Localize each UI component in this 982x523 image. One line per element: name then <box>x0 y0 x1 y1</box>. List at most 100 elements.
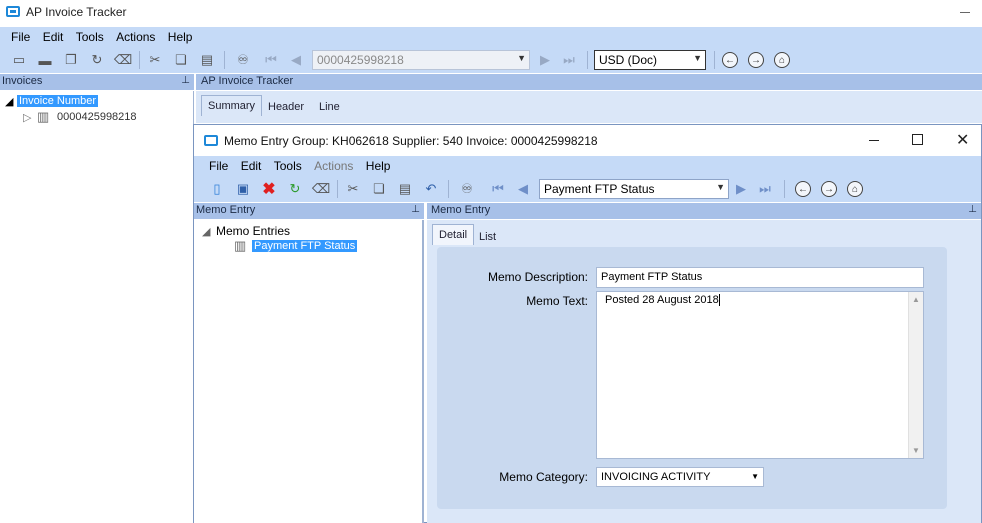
invoices-pane-header: Invoices ⊥ <box>0 74 194 90</box>
chevron-down-icon: ▼ <box>716 182 725 192</box>
previous-record-icon[interactable]: ◀ <box>287 51 305 69</box>
previous-record-icon[interactable]: ◀ <box>514 180 532 198</box>
copy-icon[interactable]: ❐ <box>62 51 80 69</box>
memo-category-label: Memo Category: <box>499 470 588 484</box>
new-document-icon[interactable]: ▯ <box>208 180 226 198</box>
memo-toolbar: ▯ ▣ ✖ ↻ ⌫ ✂ ❏ ▤ ↶ ♾ ⏮ ◀ Payment FTP Stat… <box>194 176 981 202</box>
tree-expander-icon[interactable]: ◢ <box>202 225 210 238</box>
text-cursor <box>718 294 720 307</box>
memo-menu-tools[interactable]: Tools <box>274 156 302 173</box>
memo-menu-help[interactable]: Help <box>366 156 391 173</box>
paste-icon[interactable]: ▤ <box>198 51 216 69</box>
tree-collapsed-icon[interactable]: ▷ <box>23 111 31 124</box>
folder-icon[interactable]: ▬ <box>36 51 54 69</box>
main-window-title: AP Invoice Tracker <box>26 5 127 19</box>
close-icon[interactable]: ✕ <box>956 130 969 150</box>
chevron-down-icon: ▼ <box>693 53 702 63</box>
scroll-down-icon[interactable]: ▼ <box>912 446 920 455</box>
document-icon: ▥ <box>234 238 247 253</box>
copy-icon[interactable]: ❏ <box>370 180 388 198</box>
save-icon[interactable]: ▣ <box>234 180 252 198</box>
pin-icon[interactable]: ⊥ <box>181 75 190 86</box>
paste-icon[interactable]: ▤ <box>396 180 414 198</box>
app-icon <box>6 6 20 17</box>
currency-value: USD (Doc) <box>599 53 658 67</box>
memo-category-value: INVOICING ACTIVITY <box>601 471 711 483</box>
memo-text-value: Posted 28 August 2018 <box>605 294 719 306</box>
toolbar-separator <box>224 51 225 69</box>
first-record-icon[interactable]: ⏮ <box>489 180 507 198</box>
menu-actions[interactable]: Actions <box>116 27 155 44</box>
first-record-icon[interactable]: ⏮ <box>262 51 280 69</box>
toolbar-separator <box>587 51 588 69</box>
memo-category-select[interactable]: INVOICING ACTIVITY ▼ <box>596 467 764 487</box>
menu-tools[interactable]: Tools <box>76 27 104 44</box>
memo-right-pane-title: Memo Entry <box>431 204 491 216</box>
home-icon[interactable]: ⌂ <box>847 181 863 197</box>
undo-icon[interactable]: ↶ <box>422 180 440 198</box>
content-pane-title: AP Invoice Tracker <box>201 75 294 87</box>
tab-summary[interactable]: Summary <box>201 95 263 116</box>
toolbar-separator <box>448 180 449 198</box>
cut-icon[interactable]: ✂ <box>146 51 164 69</box>
memo-text-scrollbar[interactable]: ▲ ▼ <box>908 292 923 458</box>
memo-window-title: Memo Entry Group: KH062618 Supplier: 540… <box>224 134 598 148</box>
memo-right-pane-header: Memo Entry ⊥ <box>427 203 981 219</box>
eraser-icon[interactable]: ⌫ <box>114 51 132 69</box>
memo-description-input[interactable]: Payment FTP Status <box>596 267 924 288</box>
open-book-icon[interactable]: ▭ <box>10 51 28 69</box>
tab-line[interactable]: Line <box>313 97 346 117</box>
eraser-icon[interactable]: ⌫ <box>312 180 330 198</box>
memo-record-combo[interactable]: Payment FTP Status ▼ <box>539 179 729 199</box>
tab-header[interactable]: Header <box>262 97 310 117</box>
menu-help[interactable]: Help <box>168 27 193 44</box>
memo-entry-dialog: Memo Entry Group: KH062618 Supplier: 540… <box>193 124 982 523</box>
menu-edit[interactable]: Edit <box>43 27 64 44</box>
memo-left-pane-title: Memo Entry <box>196 204 256 216</box>
back-arrow-icon[interactable]: ← <box>795 181 811 197</box>
toolbar-separator <box>714 51 715 69</box>
maximize-button[interactable] <box>912 134 923 145</box>
delete-icon[interactable]: ✖ <box>260 180 278 198</box>
tab-detail[interactable]: Detail <box>432 224 475 245</box>
memo-menu-actions[interactable]: Actions <box>314 156 353 173</box>
minimize-button[interactable] <box>869 140 879 141</box>
tree-memo-item[interactable]: Payment FTP Status <box>252 240 358 252</box>
next-record-icon[interactable]: ▶ <box>732 180 750 198</box>
menu-file[interactable]: File <box>11 27 30 44</box>
currency-combo[interactable]: USD (Doc) ▼ <box>594 50 706 70</box>
cut-icon[interactable]: ✂ <box>344 180 362 198</box>
next-record-icon[interactable]: ▶ <box>536 51 554 69</box>
tree-root-invoice-number[interactable]: Invoice Number <box>17 95 99 107</box>
chevron-down-icon: ▼ <box>517 53 526 63</box>
refresh-icon[interactable]: ↻ <box>286 180 304 198</box>
home-icon[interactable]: ⌂ <box>774 52 790 68</box>
minimize-button[interactable] <box>960 12 970 13</box>
memo-menu-file[interactable]: File <box>209 156 228 173</box>
refresh-icon[interactable]: ↻ <box>88 51 106 69</box>
memo-text-area[interactable]: Posted 28 August 2018 ▲ ▼ <box>596 291 924 459</box>
memo-description-label: Memo Description: <box>487 270 588 284</box>
scroll-up-icon[interactable]: ▲ <box>912 295 920 304</box>
back-arrow-icon[interactable]: ← <box>722 52 738 68</box>
memo-form-panel: Memo Description: Payment FTP Status Mem… <box>437 247 947 509</box>
memo-menu-edit[interactable]: Edit <box>241 156 262 173</box>
main-record-combo[interactable]: 0000425998218 ▼ <box>312 50 530 70</box>
toolbar-separator <box>784 180 785 198</box>
paste-copy-icon[interactable]: ❏ <box>172 51 190 69</box>
forward-arrow-icon[interactable]: → <box>748 52 764 68</box>
binoculars-icon[interactable]: ♾ <box>458 180 476 198</box>
forward-arrow-icon[interactable]: → <box>821 181 837 197</box>
tree-invoice-item[interactable]: 0000425998218 <box>57 111 137 123</box>
last-record-icon[interactable]: ⏭ <box>756 180 774 198</box>
last-record-icon[interactable]: ⏭ <box>560 51 578 69</box>
tree-root-memo-entries[interactable]: Memo Entries <box>216 224 290 238</box>
main-toolbar: ▭ ▬ ❐ ↻ ⌫ ✂ ❏ ▤ ♾ ⏮ ◀ 0000425998218 ▼ ▶ … <box>0 47 982 73</box>
tree-expander-icon[interactable]: ◢ <box>5 95 13 108</box>
memo-text-label: Memo Text: <box>526 294 588 308</box>
binoculars-icon[interactable]: ♾ <box>234 51 252 69</box>
tab-list[interactable]: List <box>473 227 502 247</box>
pin-icon[interactable]: ⊥ <box>968 204 977 215</box>
app-icon <box>204 135 218 146</box>
pin-icon[interactable]: ⊥ <box>411 204 420 215</box>
